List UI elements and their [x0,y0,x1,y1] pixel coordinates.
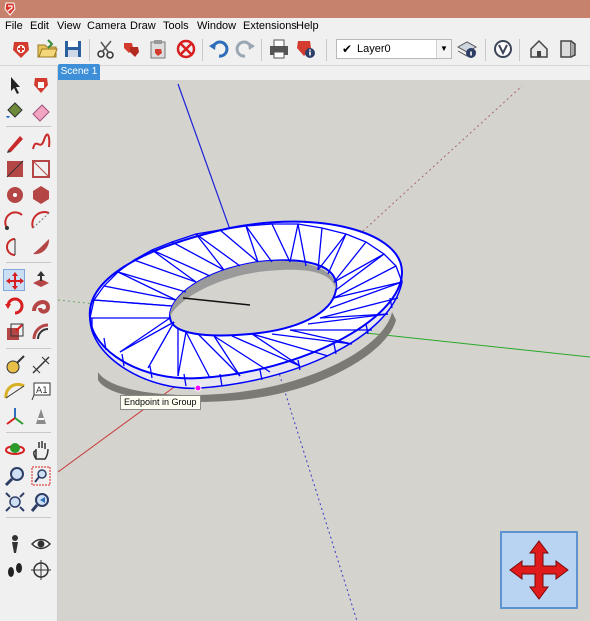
eraser-icon[interactable] [30,100,52,122]
move-icon[interactable] [3,269,25,291]
arc-2pt-icon[interactable] [30,210,52,232]
make-component-icon[interactable] [30,74,52,96]
print-icon[interactable] [268,38,290,60]
zoom-icon[interactable] [4,465,26,487]
3d-text-icon[interactable] [30,406,52,428]
model-info-icon[interactable] [295,38,317,60]
scale-icon[interactable] [4,321,26,343]
zoom-window-icon[interactable] [30,465,52,487]
menu-extensions[interactable]: Extensions [243,20,297,33]
erase-icon[interactable] [175,38,197,60]
paint-bucket-icon[interactable] [4,100,26,122]
cut-icon[interactable] [95,38,117,60]
sketchup-logo-icon [4,2,16,16]
menu-edit[interactable]: Edit [30,20,49,33]
menu-help[interactable]: Help [296,20,319,33]
position-camera-icon[interactable] [4,533,26,555]
layer-name: Layer0 [357,43,391,55]
new-model-icon[interactable] [10,38,32,60]
toolbar-separator [326,39,327,61]
move-cursor-box [500,531,578,609]
pie-icon[interactable] [4,236,26,258]
rotate-icon[interactable] [4,295,26,317]
menu-bar: File Edit View Camera Draw Tools Window … [0,18,590,35]
front-view-icon[interactable] [556,38,578,60]
main-toolbar: ✔ Layer0 ▼ [0,35,590,66]
house-view-icon[interactable] [528,38,550,60]
toolbar-separator [202,39,203,61]
copy-icon[interactable] [121,38,143,60]
left-toolbar: A1 [0,66,58,621]
section-plane-icon[interactable] [30,559,52,581]
pan-icon[interactable] [30,439,52,461]
toolbar-separator [485,39,486,61]
tape-measure-icon[interactable] [4,354,26,376]
arc-3pt-icon[interactable] [30,236,52,258]
inference-tooltip: Endpoint in Group [120,395,201,410]
display-options-icon[interactable] [492,38,514,60]
polygon-icon[interactable] [30,184,52,206]
toolbar-separator [6,262,51,263]
menu-view[interactable]: View [57,20,81,33]
menu-window[interactable]: Window [197,20,236,33]
move-arrows-icon [509,540,569,600]
orbit-icon[interactable] [4,439,26,461]
toolbar-separator [261,39,262,61]
freehand-icon[interactable] [30,132,52,154]
toolbar-separator [6,517,51,518]
toolbar-separator [89,39,90,61]
undo-icon[interactable] [208,38,230,60]
text-icon[interactable]: A1 [30,380,52,402]
title-bar [0,0,590,18]
layer-manager-icon[interactable] [456,38,478,60]
tab-scene-1[interactable]: Scene 1 [58,64,100,80]
push-pull-icon[interactable] [30,269,52,291]
walk-icon[interactable] [4,559,26,581]
look-around-icon[interactable] [30,533,52,555]
toolbar-separator [6,126,51,127]
paste-icon[interactable] [147,38,169,60]
scene-tab-strip [58,66,590,80]
zoom-extents-icon[interactable] [4,491,26,513]
layer-select[interactable]: ✔ Layer0 ▼ [336,39,452,59]
open-icon[interactable] [36,38,58,60]
menu-file[interactable]: File [5,20,23,33]
menu-camera[interactable]: Camera [87,20,126,33]
rotated-rectangle-icon[interactable] [30,158,52,180]
menu-tools[interactable]: Tools [163,20,189,33]
dimension-icon[interactable] [30,354,52,376]
menu-draw[interactable]: Draw [130,20,156,33]
circle-icon[interactable] [4,184,26,206]
previous-view-icon[interactable] [30,491,52,513]
toolbar-separator [6,348,51,349]
offset-icon[interactable] [30,321,52,343]
chevron-down-icon[interactable]: ▼ [436,40,451,58]
protractor-icon[interactable] [4,380,26,402]
rectangle-icon[interactable] [4,158,26,180]
axes-icon[interactable] [4,406,26,428]
endpoint-marker [194,384,202,392]
redo-icon[interactable] [234,38,256,60]
toolbar-separator [6,432,51,433]
follow-me-icon[interactable] [30,295,52,317]
pencil-icon[interactable] [4,132,26,154]
arc-icon[interactable] [4,210,26,232]
toolbar-separator [519,39,520,61]
save-icon[interactable] [62,38,84,60]
layer-check-icon: ✔ [342,42,353,56]
svg-text:A1: A1 [36,386,48,396]
select-icon[interactable] [4,74,26,96]
